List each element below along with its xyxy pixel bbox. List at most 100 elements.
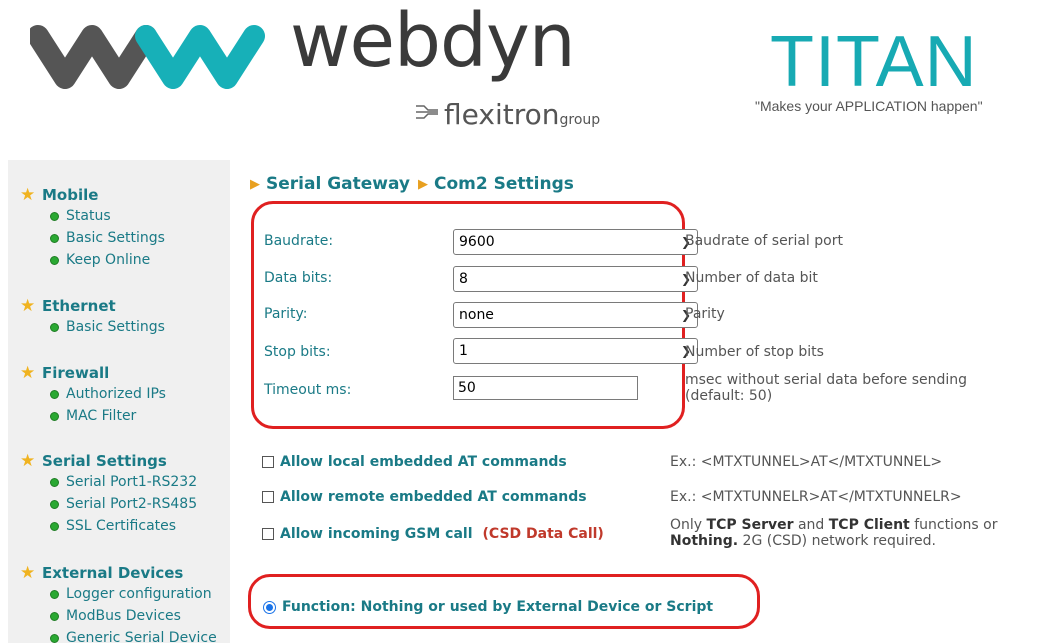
csd-note: (CSD Data Call) bbox=[482, 526, 604, 542]
sidebar-item-label: Keep Online bbox=[66, 252, 151, 268]
databits-value: 8 bbox=[459, 271, 468, 287]
stopbits-label: Stop bits: bbox=[264, 344, 331, 360]
baudrate-label: Baudrate: bbox=[264, 233, 334, 249]
bullet-icon bbox=[50, 611, 59, 621]
timeout-desc-line1: msec without serial data before sending bbox=[685, 372, 968, 388]
sidebar-item-status[interactable]: Status bbox=[50, 205, 165, 227]
star-icon: ★ bbox=[20, 563, 36, 583]
brand-name: webdyn bbox=[290, 0, 576, 84]
logo-wave-icon bbox=[30, 25, 265, 89]
allow-local-at-label: Allow local embedded AT commands bbox=[280, 454, 567, 470]
bullet-icon bbox=[50, 233, 59, 243]
sidebar-item-label: Serial Port1-RS232 bbox=[66, 474, 198, 490]
star-icon: ★ bbox=[20, 185, 36, 205]
timeout-label: Timeout ms: bbox=[264, 382, 352, 398]
sidebar-title-external-devices[interactable]: ★ External Devices bbox=[20, 563, 217, 583]
radio-selected-icon bbox=[263, 600, 276, 614]
sidebar-item-label: Serial Port2-RS485 bbox=[66, 496, 198, 512]
stopbits-select[interactable]: 1 ❯ bbox=[453, 338, 698, 364]
breadcrumb-com2-settings: Com2 Settings bbox=[434, 174, 574, 194]
sidebar-item-serial-port1[interactable]: Serial Port1-RS232 bbox=[50, 471, 197, 493]
flexitron-icon bbox=[416, 105, 438, 119]
stopbits-desc: Number of stop bits bbox=[685, 344, 824, 360]
sidebar-item-ethernet-basic-settings[interactable]: Basic Settings bbox=[50, 316, 165, 338]
bullet-icon bbox=[50, 211, 59, 221]
allow-local-at-checkbox[interactable]: Allow local embedded AT commands bbox=[262, 454, 567, 470]
bullet-icon bbox=[50, 411, 59, 421]
triangle-right-icon: ▶ bbox=[250, 176, 260, 192]
timeout-desc-line2: (default: 50) bbox=[685, 388, 773, 404]
sidebar-title-serial-settings[interactable]: ★ Serial Settings bbox=[20, 451, 197, 471]
baudrate-select[interactable]: 9600 ❯ bbox=[453, 229, 698, 255]
sidebar-item-label: Basic Settings bbox=[66, 319, 165, 335]
info-nothing: Nothing. bbox=[670, 533, 739, 549]
sidebar-title-label: Mobile bbox=[42, 186, 99, 204]
sidebar-item-ssl-certificates[interactable]: SSL Certificates bbox=[50, 515, 197, 537]
sidebar-section-mobile: ★ Mobile Status Basic Settings Keep Onlin… bbox=[20, 185, 165, 271]
sidebar-item-mac-filter[interactable]: MAC Filter bbox=[50, 405, 166, 427]
header: webdyn flexitrongroup TITAN "Makes your … bbox=[0, 0, 1047, 150]
tagline: "Makes your APPLICATION happen" bbox=[755, 98, 983, 114]
group-name: flexitrongroup bbox=[444, 98, 600, 131]
main-content: ▶ Serial Gateway ▶ Com2 Settings Baudrat… bbox=[240, 160, 1047, 643]
baudrate-value: 9600 bbox=[459, 234, 495, 250]
sidebar-item-logger-configuration[interactable]: Logger configuration bbox=[50, 583, 217, 605]
databits-select[interactable]: 8 ❯ bbox=[453, 266, 698, 292]
checkbox-icon bbox=[262, 456, 274, 468]
sidebar-title-label: Serial Settings bbox=[42, 452, 167, 470]
timeout-input[interactable]: 50 bbox=[453, 376, 638, 400]
sidebar-title-ethernet[interactable]: ★ Ethernet bbox=[20, 296, 165, 316]
info-text: and bbox=[793, 517, 829, 533]
allow-remote-at-checkbox[interactable]: Allow remote embedded AT commands bbox=[262, 489, 587, 505]
parity-select[interactable]: none ❯ bbox=[453, 302, 698, 328]
info-text: Only bbox=[670, 517, 707, 533]
info-text: functions or bbox=[909, 517, 998, 533]
group-name-main: flexitron bbox=[444, 98, 560, 131]
sidebar-section-firewall: ★ Firewall Authorized IPs MAC Filter bbox=[20, 363, 166, 427]
triangle-right-icon: ▶ bbox=[418, 176, 429, 192]
sidebar-item-label: SSL Certificates bbox=[66, 518, 177, 534]
databits-label: Data bits: bbox=[264, 270, 333, 286]
function-label: Function: Nothing or used by External De… bbox=[282, 599, 714, 615]
sidebar-item-keep-online[interactable]: Keep Online bbox=[50, 249, 165, 271]
sidebar-item-label: Generic Serial Device bbox=[66, 630, 217, 643]
breadcrumb-serial-gateway[interactable]: Serial Gateway bbox=[266, 174, 410, 194]
info-text: 2G (CSD) network required. bbox=[738, 533, 936, 549]
sidebar-item-label: ModBus Devices bbox=[66, 608, 181, 624]
parity-value: none bbox=[459, 307, 494, 323]
info-tcp-server: TCP Server bbox=[706, 517, 794, 533]
sidebar-item-generic-serial-device[interactable]: Generic Serial Device bbox=[50, 627, 217, 643]
sidebar-item-label: Authorized IPs bbox=[66, 386, 166, 402]
baudrate-desc: Baudrate of serial port bbox=[685, 233, 843, 249]
sidebar-title-label: Firewall bbox=[42, 364, 110, 382]
bullet-icon bbox=[50, 389, 59, 399]
allow-gsm-call-label: Allow incoming GSM call bbox=[280, 526, 473, 542]
databits-desc: Number of data bit bbox=[685, 270, 818, 286]
sidebar-title-mobile[interactable]: ★ Mobile bbox=[20, 185, 165, 205]
info-tcp-client: TCP Client bbox=[828, 517, 910, 533]
bullet-icon bbox=[50, 322, 59, 332]
function-radio[interactable]: Function: Nothing or used by External De… bbox=[263, 599, 713, 615]
sidebar-item-label: Logger configuration bbox=[66, 586, 212, 602]
sidebar-item-label: MAC Filter bbox=[66, 408, 137, 424]
sidebar-item-serial-port2[interactable]: Serial Port2-RS485 bbox=[50, 493, 197, 515]
sidebar: ★ Mobile Status Basic Settings Keep Onlin… bbox=[8, 160, 230, 643]
sidebar-section-ethernet: ★ Ethernet Basic Settings bbox=[20, 296, 165, 338]
bullet-icon bbox=[50, 633, 59, 643]
sidebar-item-label: Status bbox=[66, 208, 111, 224]
allow-remote-at-label: Allow remote embedded AT commands bbox=[280, 489, 587, 505]
product-name: TITAN bbox=[770, 22, 978, 102]
sidebar-title-firewall[interactable]: ★ Firewall bbox=[20, 363, 166, 383]
sidebar-item-label: Basic Settings bbox=[66, 230, 165, 246]
sidebar-item-authorized-ips[interactable]: Authorized IPs bbox=[50, 383, 166, 405]
local-at-example: Ex.: <MTXTUNNEL>AT</MTXTUNNEL> bbox=[670, 454, 943, 470]
bullet-icon bbox=[50, 521, 59, 531]
allow-gsm-call-checkbox[interactable]: Allow incoming GSM call (CSD Data Call) bbox=[262, 526, 604, 542]
sidebar-item-mobile-basic-settings[interactable]: Basic Settings bbox=[50, 227, 165, 249]
breadcrumb: ▶ Serial Gateway ▶ Com2 Settings bbox=[250, 174, 574, 194]
sidebar-item-modbus-devices[interactable]: ModBus Devices bbox=[50, 605, 217, 627]
stopbits-value: 1 bbox=[459, 343, 468, 359]
checkbox-icon bbox=[262, 528, 274, 540]
remote-at-example: Ex.: <MTXTUNNELR>AT</MTXTUNNELR> bbox=[670, 489, 962, 505]
gsm-call-info: Only TCP Server and TCP Client functions… bbox=[670, 517, 1040, 549]
